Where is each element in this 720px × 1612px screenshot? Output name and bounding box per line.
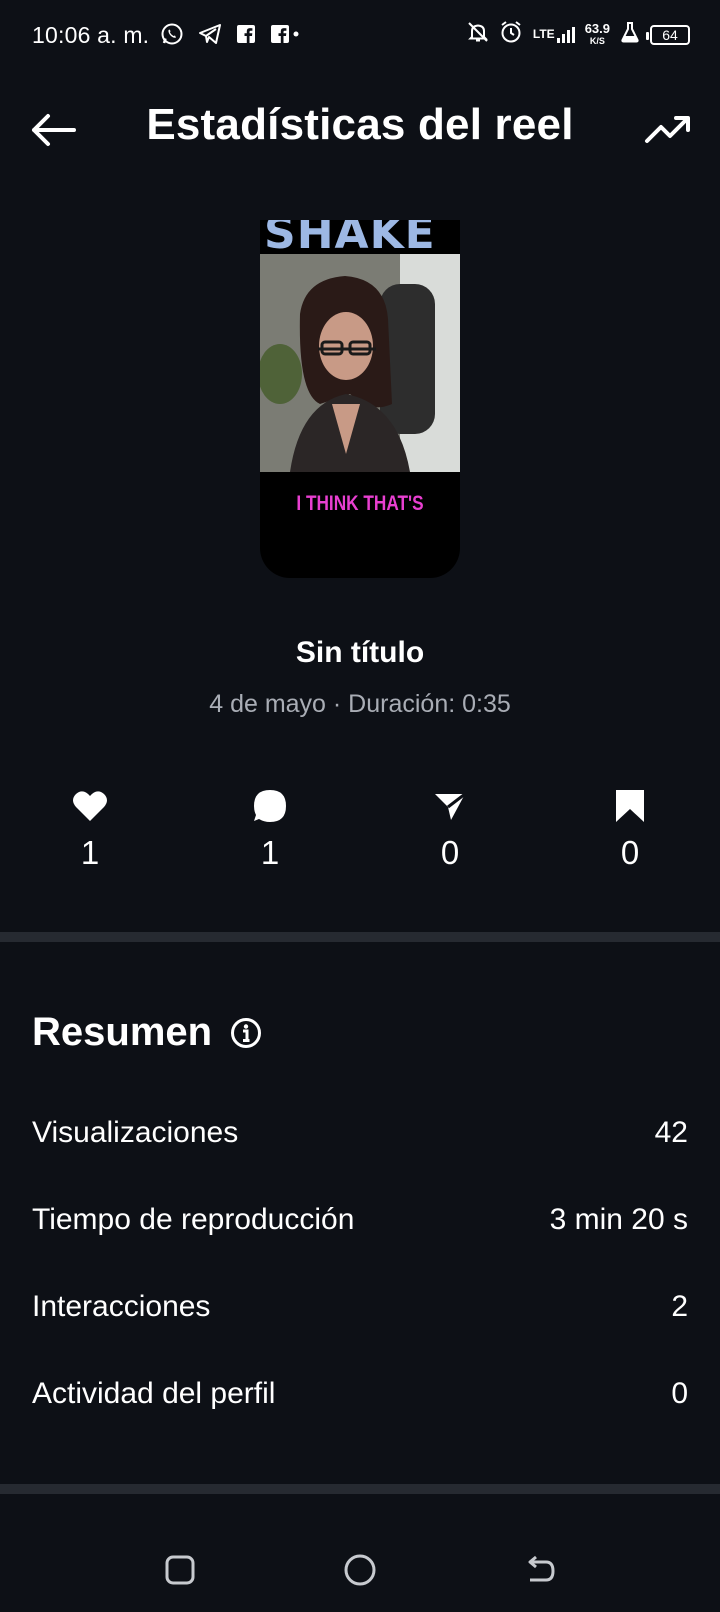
reel-meta: 4 de mayo · Duración: 0:35 bbox=[209, 690, 511, 718]
square-icon bbox=[165, 1555, 195, 1585]
summary-row-value: 0 bbox=[671, 1377, 688, 1410]
summary-row-views: Visualizaciones 42 bbox=[32, 1108, 688, 1158]
signal-bars-icon bbox=[556, 26, 575, 43]
facebook-icon bbox=[236, 24, 256, 49]
trend-button[interactable] bbox=[644, 110, 694, 150]
summary-row-value: 3 min 20 s bbox=[549, 1203, 688, 1236]
system-status: LTE 63.9 K/S 64 bbox=[467, 20, 690, 49]
network-speed: 63.9 K/S bbox=[584, 20, 610, 47]
recents-button[interactable] bbox=[160, 1550, 200, 1590]
engagement-stats: 1 1 0 0 bbox=[0, 786, 720, 882]
bookmark-icon bbox=[616, 790, 644, 822]
summary-row-value: 2 bbox=[671, 1290, 688, 1323]
thumbnail-caption: I THINK THAT'S bbox=[296, 492, 424, 515]
section-divider bbox=[0, 1484, 720, 1494]
back-arrow-icon bbox=[528, 1555, 555, 1582]
heart-icon bbox=[73, 791, 107, 821]
saves-count: 0 bbox=[620, 834, 640, 871]
comments-stat: 1 bbox=[210, 786, 330, 872]
summary-row-label: Tiempo de reproducción bbox=[32, 1203, 355, 1236]
shares-count: 0 bbox=[440, 834, 460, 871]
status-bar: 10:06 a. m. LTE 63.9 K/S 64 bbox=[0, 0, 720, 72]
summary-row-value: 42 bbox=[654, 1116, 688, 1149]
summary-row-profile-activity: Actividad del perfil 0 bbox=[32, 1369, 688, 1419]
telegram-icon bbox=[198, 23, 222, 50]
nav-back-button[interactable] bbox=[520, 1550, 560, 1590]
notifications-off-icon bbox=[467, 21, 489, 48]
reel-title: Sin título bbox=[295, 636, 425, 669]
home-button[interactable] bbox=[340, 1550, 380, 1590]
summary-title: Resumen bbox=[32, 1010, 213, 1054]
likes-count: 1 bbox=[80, 834, 100, 871]
info-icon[interactable] bbox=[230, 1017, 262, 1049]
summary-row-interactions: Interacciones 2 bbox=[32, 1282, 688, 1332]
notification-icons bbox=[160, 22, 300, 51]
network-label: LTE bbox=[532, 27, 555, 41]
circle-icon bbox=[344, 1554, 376, 1586]
app-header: Estadísticas del reel bbox=[0, 90, 720, 170]
reel-thumbnail[interactable]: SHAKE I THINK THAT'S bbox=[260, 220, 460, 578]
summary-heading: Resumen bbox=[32, 1010, 262, 1055]
summary-row-label: Actividad del perfil bbox=[32, 1377, 276, 1410]
trending-up-icon bbox=[645, 116, 690, 143]
alarm-icon bbox=[499, 20, 523, 49]
section-divider bbox=[0, 932, 720, 942]
summary-row-label: Interacciones bbox=[32, 1290, 211, 1323]
summary-row-label: Visualizaciones bbox=[32, 1116, 239, 1149]
likes-stat: 1 bbox=[30, 786, 150, 872]
signal-indicator: LTE bbox=[532, 26, 575, 43]
facebook-page-icon bbox=[270, 24, 300, 49]
battery-level: 64 bbox=[662, 26, 678, 43]
thumbnail-video-frame bbox=[260, 254, 460, 472]
thumbnail-top-text: SHAKE bbox=[264, 220, 436, 254]
page-title: Estadísticas del reel bbox=[146, 100, 574, 149]
send-icon bbox=[435, 792, 466, 820]
whatsapp-icon bbox=[160, 22, 184, 51]
system-nav-bar bbox=[0, 1520, 720, 1612]
speed-value: 63.9 bbox=[584, 20, 610, 36]
battery-icon: 64 bbox=[646, 24, 690, 45]
flask-icon bbox=[620, 21, 640, 48]
saves-stat: 0 bbox=[570, 786, 690, 872]
comments-count: 1 bbox=[260, 834, 280, 871]
person-image bbox=[260, 254, 460, 472]
comment-icon bbox=[254, 790, 286, 822]
status-time: 10:06 a. m. bbox=[32, 22, 150, 48]
thumbnail-top-banner: SHAKE bbox=[260, 220, 460, 254]
summary-row-watch-time: Tiempo de reproducción 3 min 20 s bbox=[32, 1195, 688, 1245]
shares-stat: 0 bbox=[390, 786, 510, 872]
speed-unit: K/S bbox=[589, 35, 605, 46]
